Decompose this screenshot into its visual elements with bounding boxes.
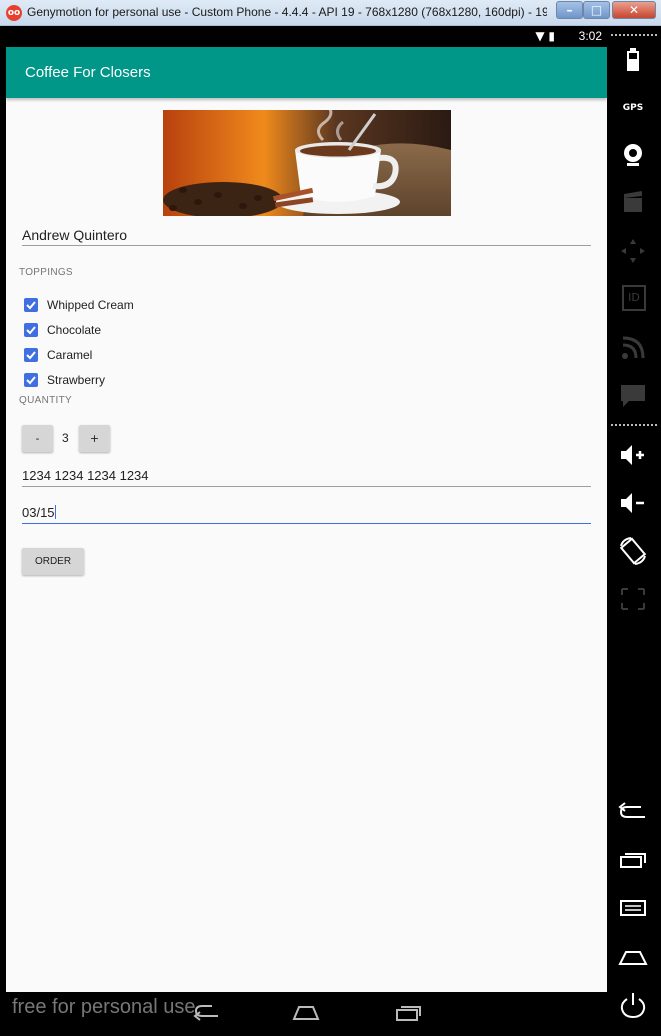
watermark-text: free for personal use [12,996,196,1018]
checkbox-checked-icon[interactable] [24,348,38,362]
status-bar: ▼ ▮ 3:02 [6,26,607,47]
network-icon[interactable] [617,332,649,362]
genymotion-logo-icon: oo [6,5,22,21]
name-field[interactable]: Andrew Quintero [22,224,591,246]
back-icon[interactable] [617,797,649,827]
checkbox-label: Strawberry [47,373,106,387]
expiry-value: 03/15 [22,505,55,520]
volume-up-icon[interactable] [617,440,649,470]
gps-icon[interactable]: GPS [617,93,649,123]
home-icon[interactable] [617,942,649,972]
toolbar-divider [611,34,657,36]
volume-down-icon[interactable] [617,488,649,518]
android-nav-bar: free for personal use [6,992,607,1030]
text-cursor [54,505,56,519]
id-icon[interactable]: ID [622,285,646,311]
checkbox-checked-icon[interactable] [24,323,38,337]
toppings-header: TOPPINGS [19,267,73,278]
app-title: Coffee For Closers [25,64,151,81]
recent-apps-icon[interactable] [617,845,649,875]
minimize-button[interactable]: – [556,1,583,19]
close-button[interactable]: ✕ [612,1,656,19]
status-time: 3:02 [578,29,602,43]
order-button[interactable]: ORDER [22,548,84,575]
window-title: Genymotion for personal use - Custom Pho… [27,5,547,19]
decrement-button[interactable]: - [22,425,53,452]
card-number-field[interactable]: 1234 1234 1234 1234 [22,465,591,487]
rotate-icon[interactable] [617,536,649,566]
sms-icon[interactable] [617,381,649,411]
expiry-field[interactable]: 03/15 [22,502,591,524]
toolbar-divider [611,424,657,426]
checkbox-label: Caramel [47,348,93,362]
increment-button[interactable]: + [79,425,110,452]
battery-icon[interactable] [617,46,649,76]
status-icons: ▼ ▮ [535,29,555,43]
checkbox-label: Chocolate [47,323,102,337]
nav-recents-icon[interactable] [393,1002,423,1022]
maximize-button[interactable]: □ [583,1,610,19]
resize-icon[interactable] [617,584,649,614]
nav-home-icon[interactable] [291,1002,321,1022]
app-bar: Coffee For Closers [6,47,607,98]
checkbox-checked-icon[interactable] [24,298,38,312]
coffee-hero-image [163,110,451,216]
window-titlebar: oo Genymotion for personal use - Custom … [0,0,661,26]
power-icon[interactable] [617,990,649,1020]
emulator-toolbar: GPS ID [607,26,661,1036]
dpad-icon[interactable] [617,236,649,266]
device-screen: ▼ ▮ 3:02 Coffee For Closers Andrew Quint… [6,26,607,1030]
media-icon[interactable] [617,188,649,218]
checkbox-checked-icon[interactable] [24,373,38,387]
webcam-icon[interactable] [617,139,649,169]
nav-back-icon[interactable] [192,1002,222,1022]
menu-icon[interactable] [617,893,649,923]
quantity-header: QUANTITY [19,395,72,406]
quantity-value: 3 [62,431,69,445]
checkbox-label: Whipped Cream [47,298,134,312]
